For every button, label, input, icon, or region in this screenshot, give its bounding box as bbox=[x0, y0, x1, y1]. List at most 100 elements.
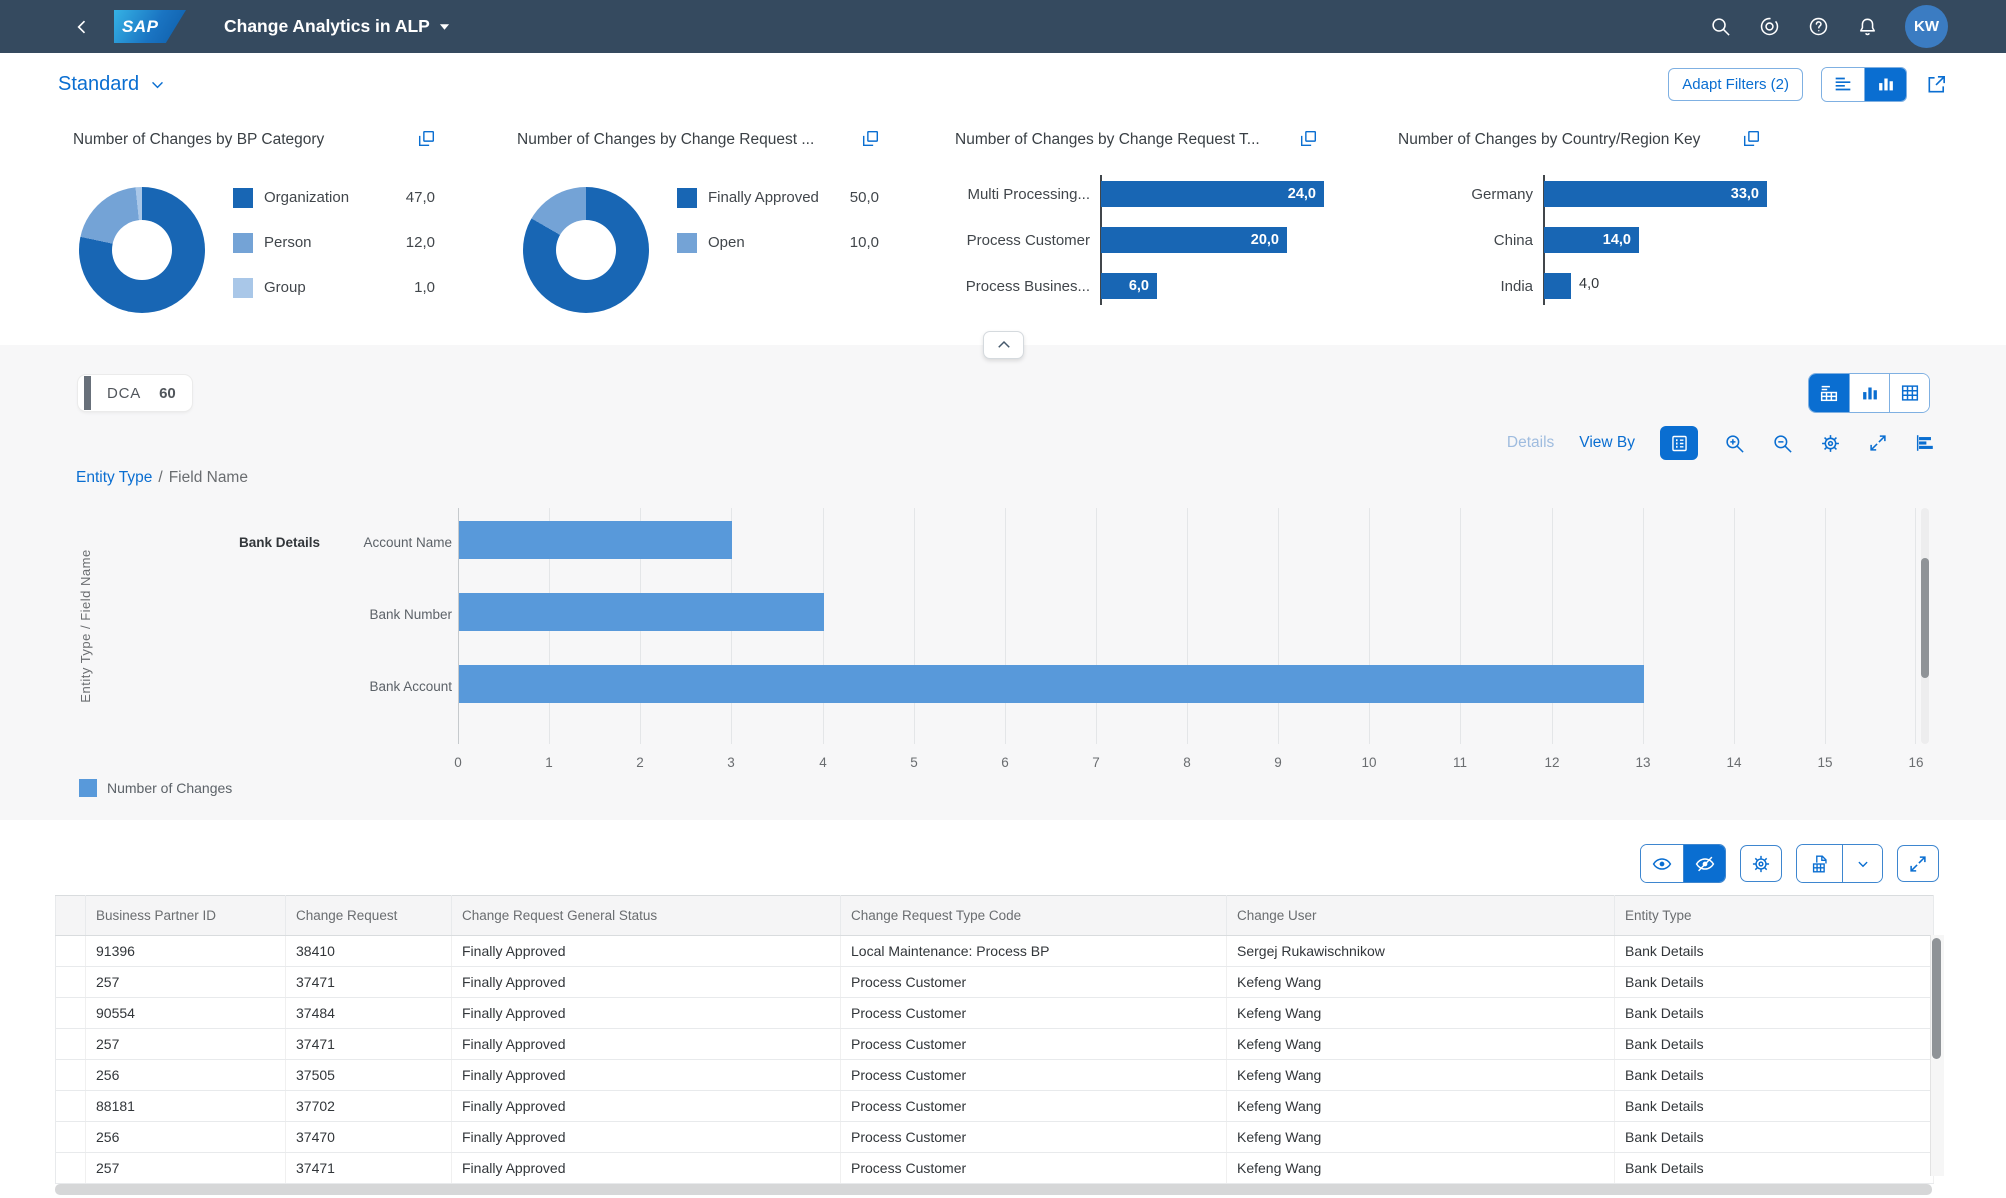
notifications-button[interactable] bbox=[1856, 15, 1879, 38]
table-row[interactable]: 91396 38410 Finally Approved Local Maintena… bbox=[55, 935, 1934, 967]
filter-token-dca[interactable]: DCA 60 bbox=[78, 375, 192, 411]
table-fullscreen-button[interactable] bbox=[1897, 845, 1939, 882]
table-cell: Bank Details bbox=[1614, 935, 1934, 967]
share-button[interactable] bbox=[1925, 73, 1948, 96]
back-button[interactable] bbox=[72, 17, 92, 37]
bar[interactable] bbox=[459, 665, 1644, 703]
row-selector-cell[interactable] bbox=[55, 997, 86, 1029]
chart-type-button[interactable] bbox=[1914, 432, 1936, 454]
bar[interactable] bbox=[459, 593, 824, 631]
legend-label: Person bbox=[264, 234, 312, 251]
assistant-button[interactable] bbox=[1758, 15, 1781, 38]
table-cell: Process Customer bbox=[840, 966, 1227, 998]
adapt-filters-button[interactable]: Adapt Filters (2) bbox=[1668, 67, 1803, 101]
user-avatar[interactable]: KW bbox=[1905, 5, 1948, 48]
bar[interactable] bbox=[459, 521, 732, 559]
bar[interactable]: 33,0 bbox=[1544, 181, 1767, 207]
row-selector-cell[interactable] bbox=[55, 1090, 86, 1122]
results-table: Business Partner ID Change Request Change … bbox=[55, 895, 1934, 1184]
table-row[interactable]: 88181 37702 Finally Approved Process Custom… bbox=[55, 1090, 1934, 1122]
collapse-header-button[interactable] bbox=[983, 331, 1024, 359]
export-menu-button[interactable] bbox=[1842, 845, 1882, 882]
table-row[interactable]: 256 37470 Finally Approved Process Customer… bbox=[55, 1121, 1934, 1153]
table-row[interactable]: 257 37471 Finally Approved Process Customer… bbox=[55, 966, 1934, 998]
row-selector-cell[interactable] bbox=[55, 1152, 86, 1184]
donut-chart[interactable] bbox=[79, 187, 205, 313]
variant-selector[interactable]: Standard bbox=[58, 73, 166, 96]
column-header[interactable]: Change Request Type Code bbox=[840, 895, 1227, 936]
chart-fullscreen-button[interactable] bbox=[1867, 432, 1889, 454]
bar-chart-icon bbox=[1875, 73, 1897, 95]
chart-settings-button[interactable] bbox=[1819, 432, 1842, 455]
open-card-in-new-window-icon[interactable] bbox=[1300, 130, 1317, 147]
x-axis-tick-label: 6 bbox=[1001, 755, 1009, 770]
table-row[interactable]: 257 37471 Finally Approved Process Customer… bbox=[55, 1028, 1934, 1060]
table-cell: 90554 bbox=[85, 997, 286, 1029]
drilldown-breadcrumb: Entity Type / Field Name bbox=[76, 469, 248, 487]
row-selector-cell[interactable] bbox=[55, 1028, 86, 1060]
column-header[interactable]: Business Partner ID bbox=[85, 895, 286, 936]
chart-view-button[interactable] bbox=[1849, 374, 1889, 412]
table-row[interactable]: 90554 37484 Finally Approved Process Custom… bbox=[55, 997, 1934, 1029]
row-selector-cell[interactable] bbox=[55, 1121, 86, 1153]
breadcrumb-entity-type-link[interactable]: Entity Type bbox=[76, 469, 152, 487]
donut-chart[interactable] bbox=[523, 187, 649, 313]
hide-details-button[interactable] bbox=[1683, 845, 1725, 882]
table-vertical-scrollbar-thumb[interactable] bbox=[1932, 938, 1941, 1059]
row-selector-cell[interactable] bbox=[55, 935, 86, 967]
bar-track: 24,0 bbox=[1101, 181, 1340, 207]
bar[interactable]: 14,0 bbox=[1544, 227, 1639, 253]
fullscreen-icon bbox=[1907, 853, 1929, 875]
x-axis-tick-label: 13 bbox=[1635, 755, 1651, 770]
table-cell: Bank Details bbox=[1614, 1090, 1934, 1122]
bar[interactable]: 6,0 bbox=[1101, 273, 1157, 299]
search-button[interactable] bbox=[1709, 15, 1732, 38]
open-card-in-new-window-icon[interactable] bbox=[862, 130, 879, 147]
show-details-button[interactable] bbox=[1641, 845, 1683, 882]
table-row[interactable]: 257 37471 Finally Approved Process Customer… bbox=[55, 1152, 1934, 1184]
column-header[interactable]: Entity Type bbox=[1614, 895, 1934, 936]
view-by-button[interactable]: View By bbox=[1579, 434, 1635, 452]
open-card-in-new-window-icon[interactable] bbox=[1743, 130, 1760, 147]
column-header[interactable]: Change Request bbox=[285, 895, 452, 936]
chart-plot-area bbox=[458, 508, 1916, 744]
bar[interactable]: 24,0 bbox=[1101, 181, 1324, 207]
row-selector-cell[interactable] bbox=[55, 1059, 86, 1091]
table-row[interactable]: 256 37505 Finally Approved Process Customer… bbox=[55, 1059, 1934, 1091]
zoom-out-button[interactable] bbox=[1771, 432, 1794, 455]
chart-scrollbar[interactable] bbox=[1921, 508, 1929, 744]
table-cell: Bank Details bbox=[1614, 1059, 1934, 1091]
gridline bbox=[1096, 508, 1097, 744]
table-settings-button[interactable] bbox=[1740, 845, 1782, 882]
table-cell: 38410 bbox=[285, 935, 452, 967]
sap-logo[interactable]: SAP bbox=[114, 10, 186, 43]
gridline bbox=[1825, 508, 1826, 744]
bar[interactable]: 20,0 bbox=[1101, 227, 1287, 253]
table-horizontal-scrollbar[interactable] bbox=[55, 1184, 1932, 1195]
x-axis-tick-label: 15 bbox=[1817, 755, 1833, 770]
x-axis-tick-label: 3 bbox=[727, 755, 735, 770]
table-cell: 256 bbox=[85, 1059, 286, 1091]
hybrid-view-button[interactable] bbox=[1809, 374, 1849, 412]
column-header[interactable]: Change User bbox=[1226, 895, 1615, 936]
help-button[interactable] bbox=[1807, 15, 1830, 38]
row-selector-header[interactable] bbox=[55, 895, 86, 936]
app-title-menu[interactable]: Change Analytics in ALP bbox=[224, 16, 450, 37]
bar-category-label: India bbox=[1500, 277, 1533, 295]
export-button[interactable] bbox=[1797, 845, 1842, 882]
chart-scrollbar-thumb[interactable] bbox=[1921, 558, 1929, 678]
row-selector-cell[interactable] bbox=[55, 966, 86, 998]
legend-label: Organization bbox=[264, 189, 350, 206]
kpi-view-toggle-button[interactable] bbox=[1864, 67, 1906, 101]
chart-toolbar: Details View By bbox=[1507, 425, 1936, 461]
table-view-button[interactable] bbox=[1889, 374, 1929, 412]
zoom-in-button[interactable] bbox=[1723, 432, 1746, 455]
fullscreen-icon bbox=[1867, 432, 1889, 454]
column-header[interactable]: Change Request General Status bbox=[451, 895, 841, 936]
open-card-in-new-window-icon[interactable] bbox=[418, 130, 435, 147]
table-cell: Finally Approved bbox=[451, 1028, 841, 1060]
bar[interactable] bbox=[1544, 273, 1571, 299]
table-cell: Kefeng Wang bbox=[1226, 1028, 1615, 1060]
filter-rows-toggle-button[interactable] bbox=[1822, 67, 1864, 101]
legend-toggle-button[interactable] bbox=[1660, 426, 1698, 460]
